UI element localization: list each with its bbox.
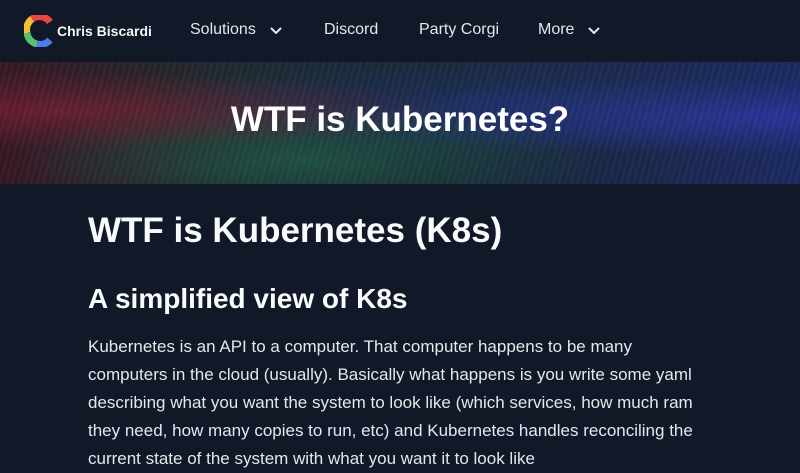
nav-party-corgi-link[interactable]: Party Corgi <box>419 20 499 40</box>
nav-party-corgi-label: Party Corgi <box>419 21 500 38</box>
article-subtitle: A simplified view of K8s <box>88 283 408 314</box>
nav-more-label: More <box>538 21 575 38</box>
brand-link[interactable]: Chris Biscardi <box>24 15 152 47</box>
nav-discord-label: Discord <box>324 21 379 38</box>
hero-title: WTF is Kubernetes? <box>230 100 570 139</box>
nav-discord-link[interactable]: Discord <box>324 20 378 40</box>
article-content: WTF is Kubernetes (K8s) A simplified vie… <box>88 208 718 473</box>
article-title: WTF is Kubernetes (K8s) <box>88 211 503 250</box>
nav-solutions-menu[interactable]: Solutions <box>190 20 282 40</box>
top-navigation: Chris Biscardi Solutions Discord Party C… <box>0 0 800 62</box>
nav-more-menu[interactable]: More <box>538 20 600 40</box>
brand-name: Chris Biscardi <box>57 23 152 39</box>
nav-solutions-label: Solutions <box>190 21 256 38</box>
chevron-down-icon <box>270 27 282 34</box>
article-paragraph: Kubernetes is an API to a computer. That… <box>88 337 693 468</box>
hero-banner: WTF is Kubernetes? <box>0 62 800 184</box>
chevron-down-icon <box>588 27 600 34</box>
chris-biscardi-logo-icon <box>24 15 53 47</box>
